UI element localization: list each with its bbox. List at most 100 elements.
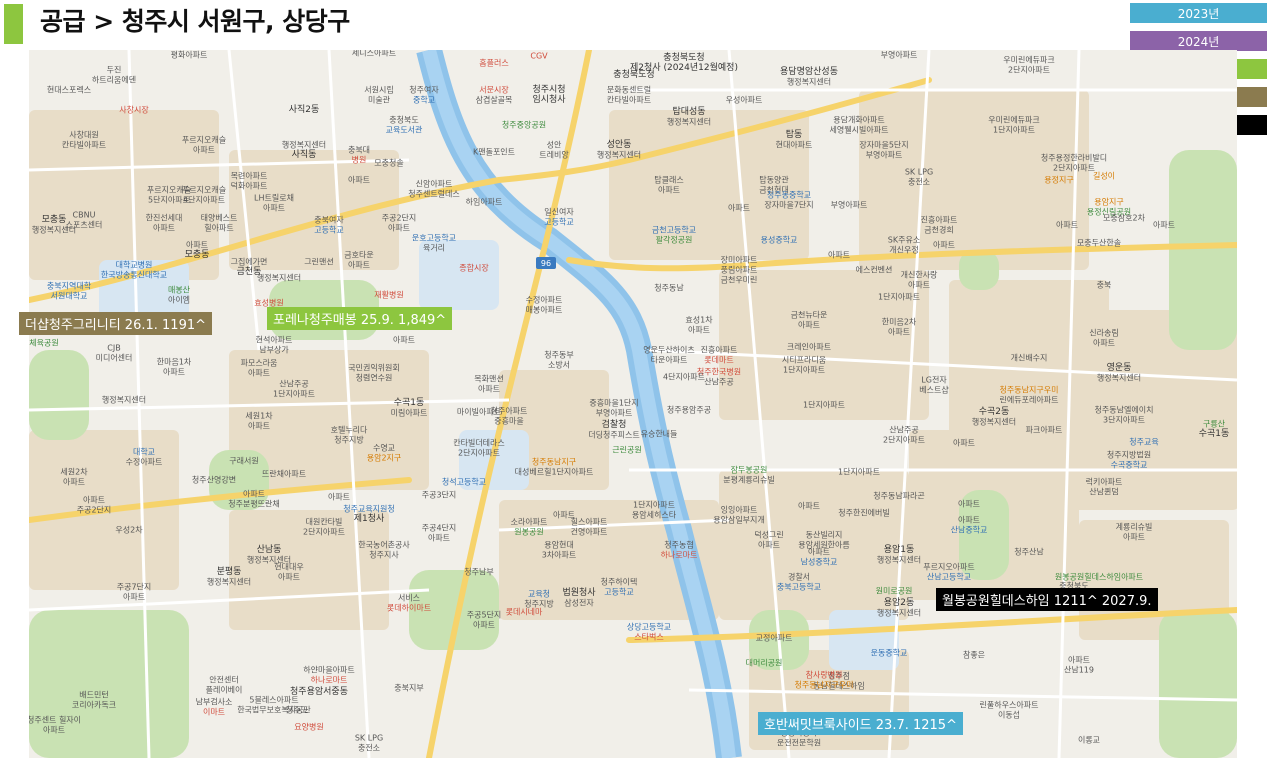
map-place-label: 모충동 [184,250,210,260]
map-place-label: 아파트 [192,145,216,155]
map-place-label: 미디어센터 [95,353,133,363]
map-place-label: SK LPG [904,167,934,177]
map-place-label: 용암2동 [883,598,915,608]
map-place-label: 구룡산 [1202,419,1226,429]
map-place-label: 수곡중학교 [1110,460,1148,470]
map-place-label: 성안 [546,140,562,150]
map-place-label: 신라송림 [1089,328,1119,338]
map-place-label: 1단지아파트 [838,467,880,477]
map-place-label: 아이엠 [167,295,191,305]
map-place-label: 충북고등학교 [776,582,822,592]
map-place-label: 호텔누리다 [330,425,368,435]
map-place-label: 산남고등학교 [926,572,972,582]
project-tag-2025: 포레나청주매봉 25.9. 1,849^ [267,307,453,330]
map-place-label: 힐스아파트 [570,517,608,527]
map-place-label: 아파트 [932,240,956,250]
map-place-label: 청주여자 [409,85,439,95]
map-place-label: 요양병원 [294,722,324,732]
map-place-label: 충북지부 [394,683,424,693]
map-place-label: 5단지아파트 [148,195,190,205]
map-place-label: 청주센트럴데스 [408,189,460,199]
map-place-label: 주공3단지 [421,490,457,500]
map-place-label: 두진 [106,65,122,75]
map-place-label: 분평계룡리슈빌 [723,475,775,485]
map-place-label: 하트리움에덴 [91,75,137,85]
map-place-label: CGV [530,51,548,61]
map-place-label: 아파트 [42,725,66,735]
map-place-label: 주공4단지 [421,523,457,533]
route-number: 96 [541,259,551,268]
map-place-label: 소라아파트 [510,517,548,527]
map-place-label: 삼겹살골목 [475,95,513,105]
map-place-label: 청주동남지구 [531,457,577,467]
map-place-label: 푸르지오캐슬 [146,185,192,195]
map-place-label: 체육공원 [29,338,59,348]
map-place-label: 아파트 [152,223,176,233]
map-place-label: 2단지아파트 [458,448,500,458]
map-place-label: 청석고등학교 [441,477,487,487]
map-place-label: 남부검사소 [195,697,233,707]
map-place-label: SK LPG [354,733,384,743]
map-place-label: 개신우정 [889,245,919,255]
map-place-label: 청주지방 [334,435,364,445]
map-place-label: 크레인아파트 [786,342,832,352]
map-place-label: 청주동중학교 [766,190,812,200]
map-place-label: 장자마을7단지 [764,200,814,210]
map-place-label: 산남퀸덤 [1089,487,1119,497]
map-place-label: 마이빌아파트 [456,407,502,417]
map-place-label: 산남119 [1064,665,1094,675]
map-place-label: 안전센터 [209,675,239,685]
map-place-label: 영운두산하이츠 [643,345,695,355]
map-place-label: LH트릴로채 [254,193,294,203]
map-place-label: 아파트 [427,533,451,543]
map-place-label: 세영웰시빌아파트 [829,125,889,135]
map-place-label: 주공2단지 [76,505,112,515]
map-place-label: 아파트 [242,489,266,499]
map-place-label: 부영아파트 [830,200,868,210]
map-place-label: 한마음1차 [156,357,192,367]
map-place-label: 운전전문학원 [776,738,822,748]
map-place-label: 용암2지구 [366,453,402,463]
map-view[interactable]: 96 평화아파트 세니스아파트 부영아파트 우미린에듀파크 2단지아파트 청주시청 임시청사… [29,50,1237,758]
map-place-label: 2단지아파트 [883,435,925,445]
map-place-label: 아파트 [907,280,931,290]
map-place-label: 스타벅스 [634,632,664,642]
map-place-label: 문화동센트럴 [606,85,652,95]
map-place-label: CBNU [72,210,96,220]
map-place-label: 청주교육 [1129,437,1159,447]
map-place-label: 아파트 [757,540,781,550]
map-place-label: 대원칸타빌 [305,517,343,527]
map-place-label: 재활병원 [374,290,404,300]
map-place-label: 그집에가면 [230,257,268,267]
map-place-label: 베스트샵 [919,385,949,395]
map-place-label: 칸타빌더테라스 [453,438,505,448]
map-place-label: 산남주공 [889,425,919,435]
map-place-label: 용담개화아파트 [833,115,885,125]
map-place-label: 수곡1동 [393,398,425,408]
map-place-label: 청주동남엘에이치 [1094,405,1154,415]
map-place-label: 금천고등학교 [651,225,697,235]
legend-item-2023: 2023년 [1130,3,1267,23]
map-place-label: 아파트 [347,260,371,270]
map-place-label: 더딩청주피스트 [588,430,640,440]
map-place-label: 아파트 [1152,220,1176,230]
map-place-label: 주공2단지 [381,213,417,223]
map-place-label: 진흥아파트 [920,215,958,225]
map-place-label: 1단지아파트 [993,125,1035,135]
map-place-label: 충북 [1096,280,1112,290]
map-place-label: SK주유소 [887,235,921,245]
map-place-label: 시티프라디움 [781,355,827,365]
map-place-label: 효성1차 [685,315,713,325]
map-place-label: 참좋은 [962,650,986,660]
map-place-label: 미술관 [367,95,391,105]
map-place-label: 행정복지센터 [786,77,832,87]
map-place-label: 덕화아파트 [230,181,268,191]
map-place-label: 아파트 [62,477,86,487]
map-place-label: 한국방송통신대학교 [100,270,168,280]
map-place-label: 파크아파트 [1025,425,1063,435]
map-place-label: 충전소 [907,177,931,187]
map-place-label: 운동중학교 [870,648,908,658]
map-place-label: 3단지아파트 [1103,415,1145,425]
map-place-label: 수곡1동 [1198,429,1230,439]
map-place-label: 롯데시네마 [505,607,543,617]
